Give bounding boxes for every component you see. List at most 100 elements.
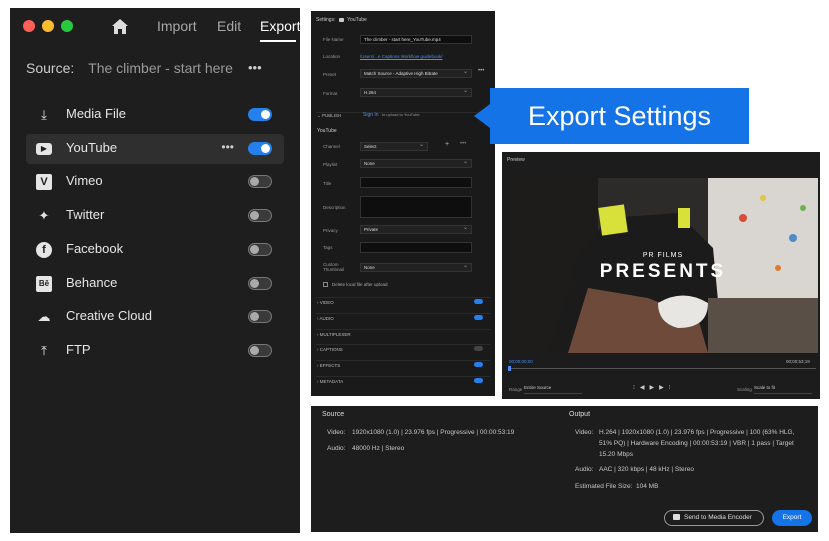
mark-in-icon[interactable]: ⁝ [633, 385, 640, 391]
destination-label: Creative Cloud [66, 308, 152, 324]
add-channel-button[interactable]: + [445, 141, 449, 148]
file-name-label: File Name [323, 37, 344, 42]
tab-import[interactable]: Import [157, 18, 197, 34]
publish-label: PUBLISH [322, 113, 342, 118]
sign-in-link[interactable]: Sign In [363, 112, 379, 118]
destination-item[interactable]: Bē Behance [26, 269, 284, 299]
callout-arrow [474, 104, 490, 128]
upload-icon: ⤒ [41, 342, 47, 358]
section-toggle[interactable] [474, 346, 483, 352]
section-toggle[interactable] [474, 299, 483, 304]
file-size-label: Estimated File Size: [575, 483, 633, 490]
title-input[interactable] [360, 177, 472, 188]
toggle-knob [250, 244, 259, 254]
settings-section-label: MULTIPLEXER [319, 331, 351, 337]
close-window-button[interactable] [23, 20, 35, 32]
export-button[interactable]: Export [772, 510, 812, 526]
range-select[interactable]: Entire Source [524, 385, 582, 394]
custom-thumbnail-label-line2: Thumbnail [323, 267, 345, 272]
divider [316, 328, 490, 330]
output-video-label: Video: [575, 429, 594, 436]
maximize-window-button[interactable] [61, 20, 73, 32]
sign-in-suffix: to upload to YouTube [381, 112, 420, 117]
format-select[interactable]: H.264 [360, 87, 472, 97]
divider [316, 312, 490, 314]
source-audio-label: Audio: [327, 445, 346, 452]
settings-section[interactable]: › CAPTIONS [317, 346, 489, 353]
channel-select[interactable]: Select [360, 141, 428, 151]
section-toggle[interactable] [474, 378, 483, 383]
destination-toggle[interactable] [248, 108, 272, 121]
destination-toggle[interactable] [248, 141, 272, 155]
settings-section[interactable]: › MULTIPLEXER [317, 332, 489, 337]
behance-icon: Bē [36, 275, 52, 292]
settings-section-label: VIDEO [319, 300, 334, 305]
video-preview[interactable]: PR FILMS PRESENTS [508, 178, 818, 353]
file-name-field[interactable]: The climber - start here_YouTube.mp4 [360, 35, 472, 44]
minimize-window-button[interactable] [42, 20, 54, 32]
preset-more-button[interactable]: ••• [478, 68, 484, 74]
destination-label: YouTube [66, 139, 118, 155]
export-destinations-panel: Import Edit Export Source: The climber -… [10, 8, 300, 533]
settings-section[interactable]: › EFFECTS [317, 362, 489, 368]
destination-item[interactable]: ✦ Twitter [26, 201, 284, 231]
settings-header-label: Settings: [316, 17, 336, 23]
destination-item[interactable]: f Facebook [26, 235, 284, 265]
custom-thumbnail-label: Custom Thumbnail [323, 262, 344, 272]
location-link[interactable]: /Users/...e Captions Workflow guidebook/ [360, 54, 442, 59]
tab-export[interactable]: Export [260, 18, 300, 34]
destination-item[interactable]: V Vimeo [26, 167, 284, 197]
tags-label: Tags [323, 245, 333, 250]
destination-item[interactable]: ⤒ FTP [26, 336, 284, 366]
destination-toggle[interactable] [248, 310, 272, 324]
delete-after-upload-checkbox[interactable] [323, 282, 328, 287]
destination-item[interactable]: ⤓ Media File [26, 100, 284, 130]
channel-label: Channel [323, 144, 340, 149]
destination-toggle[interactable] [248, 209, 272, 223]
download-icon: ⤓ [41, 107, 47, 122]
timeline-scrubber[interactable] [509, 368, 816, 369]
privacy-select[interactable]: Private [360, 224, 472, 234]
source-value: The climber - start here [88, 60, 233, 76]
playback-controls[interactable]: ⁝◀▶▶⁝ [633, 384, 676, 391]
section-toggle[interactable] [474, 362, 483, 368]
output-video-line3: 15.20 Mbps [599, 451, 633, 458]
playhead[interactable] [508, 366, 511, 371]
source-more-button[interactable]: ••• [248, 60, 262, 75]
play-icon[interactable]: ▶ [650, 385, 660, 391]
destination-more-button[interactable]: ••• [221, 140, 234, 154]
step-forward-icon[interactable]: ▶ [659, 385, 669, 391]
thumbnail-select[interactable]: None [360, 262, 472, 272]
destination-toggle[interactable] [248, 242, 272, 256]
scaling-select[interactable]: Scale to fit [754, 385, 812, 394]
tags-input[interactable] [360, 242, 472, 253]
toggle-knob [250, 345, 259, 355]
youtube-section-title: YouTube [317, 128, 337, 134]
settings-section[interactable]: › AUDIO [317, 314, 489, 321]
section-toggle[interactable] [474, 314, 483, 320]
destination-toggle[interactable] [248, 276, 272, 290]
output-audio-label: Audio: [575, 466, 594, 473]
callout-text: Export Settings [527, 101, 712, 131]
send-to-media-encoder-button[interactable]: Send to Media Encoder [664, 510, 764, 526]
settings-section[interactable]: › VIDEO [317, 299, 489, 305]
output-audio-value: AAC | 320 kbps | 48 kHz | Stereo [599, 466, 695, 473]
settings-section-label: CAPTIONS [319, 347, 343, 353]
destination-label: Media File [66, 106, 126, 121]
description-input[interactable] [360, 196, 472, 218]
settings-section[interactable]: › METADATA [317, 378, 489, 384]
channel-more-button[interactable]: ••• [460, 141, 466, 147]
playlist-select[interactable]: None [360, 158, 472, 168]
destination-toggle[interactable] [248, 343, 272, 357]
home-icon[interactable] [111, 18, 129, 35]
destination-item[interactable]: ☁ Creative Cloud [26, 302, 284, 332]
title-label: Title [323, 181, 332, 186]
mark-out-icon[interactable]: ⁝ [669, 385, 676, 391]
step-back-icon[interactable]: ◀ [640, 385, 650, 391]
tab-edit[interactable]: Edit [217, 18, 241, 34]
destination-item[interactable]: ▶ YouTube ••• [26, 133, 284, 164]
publish-section[interactable]: ⌄ PUBLISH [317, 113, 341, 119]
divider [316, 376, 490, 377]
preset-select[interactable]: Match Source - Adaptive High Bitrate [360, 68, 472, 78]
destination-toggle[interactable] [248, 175, 272, 189]
